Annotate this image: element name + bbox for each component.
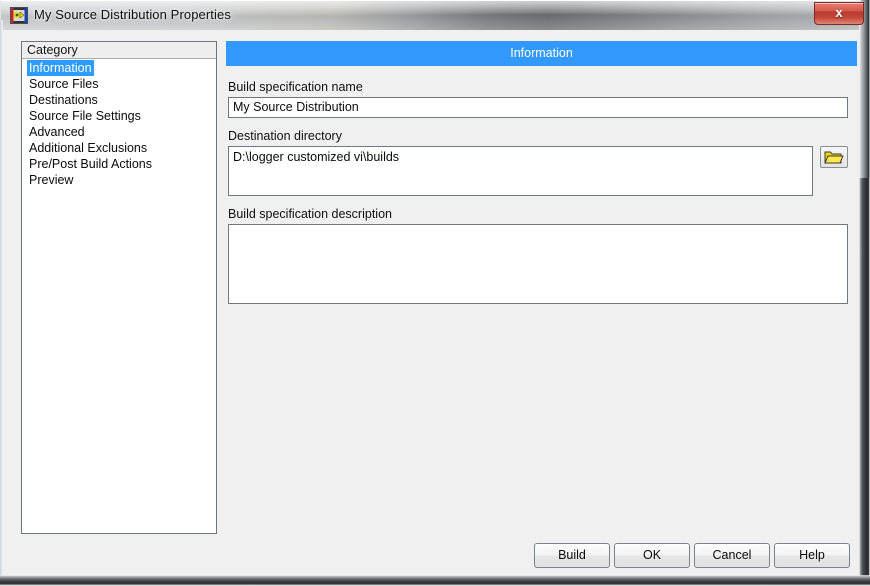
category-item-label: Source Files: [29, 77, 99, 91]
build-spec-description-label: Build specification description: [228, 207, 392, 221]
category-item-label: Additional Exclusions: [29, 141, 148, 155]
category-item-label: Source File Settings: [29, 109, 141, 123]
information-panel: Information Build specification name My …: [226, 41, 857, 534]
category-item-label: Preview: [29, 173, 74, 187]
category-item-advanced[interactable]: Advanced: [22, 124, 216, 140]
dialog-button-row: Build OK Cancel Help: [534, 543, 854, 568]
folder-open-icon: [824, 151, 844, 164]
category-item-label: Destinations: [29, 93, 98, 107]
build-spec-name-input[interactable]: My Source Distribution: [228, 97, 848, 118]
category-item-label: Information: [27, 60, 94, 76]
category-item-information[interactable]: Information: [22, 60, 216, 76]
build-button[interactable]: Build: [534, 543, 610, 568]
build-spec-name-label: Build specification name: [228, 80, 363, 94]
category-header: Category: [22, 42, 216, 59]
labview-build-spec-icon: [10, 7, 28, 24]
category-item-additional-exclusions[interactable]: Additional Exclusions: [22, 140, 216, 156]
title-bar: My Source Distribution Properties x: [0, 0, 870, 30]
window-title: My Source Distribution Properties: [34, 7, 231, 22]
destination-directory-input[interactable]: D:\logger customized vi\builds: [228, 146, 813, 196]
window-border-right-lower: [859, 178, 870, 586]
window-border-bottom: [0, 575, 870, 586]
destination-directory-label: Destination directory: [228, 129, 342, 143]
section-banner: Information: [226, 41, 857, 66]
category-list[interactable]: Information Source Files Destinations So…: [22, 59, 216, 188]
build-spec-description-input[interactable]: [228, 224, 848, 304]
category-item-preview[interactable]: Preview: [22, 172, 216, 188]
category-item-destinations[interactable]: Destinations: [22, 92, 216, 108]
browse-directory-button[interactable]: [820, 146, 848, 168]
ok-button[interactable]: OK: [614, 543, 690, 568]
close-button[interactable]: x: [814, 2, 864, 25]
window-border-left: [0, 20, 3, 580]
dialog-client-area: Category Information Source Files Destin…: [1, 30, 859, 575]
category-item-source-file-settings[interactable]: Source File Settings: [22, 108, 216, 124]
category-item-pre-post-build-actions[interactable]: Pre/Post Build Actions: [22, 156, 216, 172]
category-item-label: Advanced: [29, 125, 85, 139]
category-panel: Category Information Source Files Destin…: [21, 41, 217, 534]
close-icon: x: [835, 5, 843, 20]
labview-icon-glyph: [11, 8, 27, 23]
cancel-button[interactable]: Cancel: [694, 543, 770, 568]
category-item-label: Pre/Post Build Actions: [29, 157, 152, 171]
help-button[interactable]: Help: [774, 543, 850, 568]
dialog-window: My Source Distribution Properties x Cate…: [0, 0, 870, 586]
category-item-source-files[interactable]: Source Files: [22, 76, 216, 92]
